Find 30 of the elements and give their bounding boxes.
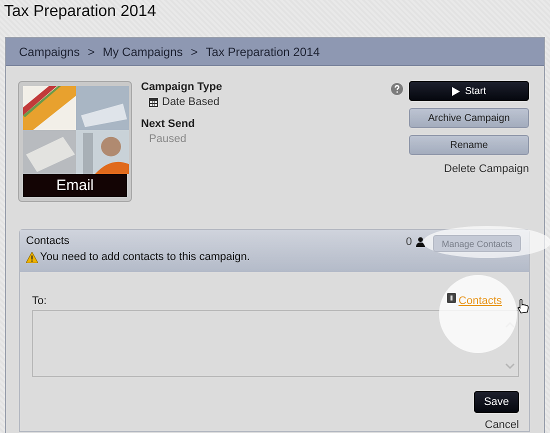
- field-value: Paused: [149, 133, 186, 145]
- action-button[interactable]: Archive Campaign: [409, 108, 529, 128]
- pointer-cursor-icon: [517, 299, 529, 314]
- save-button[interactable]: Save: [474, 391, 519, 413]
- field-label: To:: [32, 295, 47, 307]
- section-title: Contacts: [26, 235, 70, 247]
- field-label: Campaign Type: [141, 81, 222, 93]
- breadcrumb-separator: >: [190, 44, 198, 58]
- field-label: Next Send: [141, 118, 196, 130]
- breadcrumb-item[interactable]: Tax Preparation 2014: [206, 44, 320, 58]
- scroll-down-icon[interactable]: [505, 363, 515, 370]
- cancel-link[interactable]: Cancel: [484, 419, 519, 431]
- start-button[interactable]: Start: [409, 81, 529, 101]
- thumbnail-label: Email: [23, 174, 127, 197]
- campaign-thumbnail[interactable]: Email: [18, 81, 132, 202]
- breadcrumb-item[interactable]: Campaigns: [19, 44, 80, 58]
- delete-link[interactable]: Delete Campaign: [444, 163, 529, 175]
- warning-icon: [26, 252, 38, 262]
- play-icon: [452, 86, 460, 96]
- help-icon[interactable]: [391, 83, 403, 95]
- breadcrumb-item[interactable]: My Campaigns: [102, 44, 183, 58]
- field-value: Date Based: [162, 96, 220, 108]
- calendar-icon: [149, 98, 158, 106]
- action-button[interactable]: Rename: [409, 135, 529, 155]
- person-icon: [416, 237, 425, 247]
- page-title: Tax Preparation 2014: [3, 2, 158, 22]
- contact-count: 0: [406, 236, 412, 248]
- recipients-field[interactable]: [32, 310, 519, 377]
- breadcrumb-separator: >: [88, 44, 95, 58]
- warning-message: You need to add contacts to this campaign.: [40, 251, 250, 263]
